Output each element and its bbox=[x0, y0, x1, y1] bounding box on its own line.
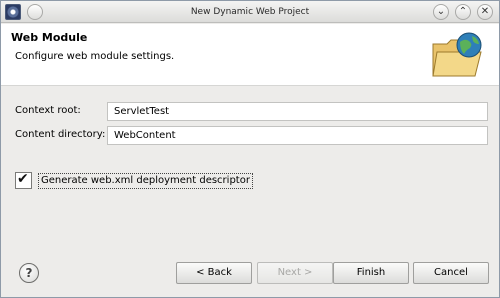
content-directory-input[interactable] bbox=[107, 126, 488, 145]
back-button[interactable]: < Back bbox=[176, 262, 252, 284]
cancel-button[interactable]: Cancel bbox=[413, 262, 489, 284]
context-root-input[interactable] bbox=[107, 102, 488, 121]
context-root-label: Context root: bbox=[15, 105, 81, 116]
window-title: New Dynamic Web Project bbox=[190, 7, 310, 17]
generate-descriptor-label[interactable]: Generate web.xml deployment descriptor bbox=[38, 173, 253, 189]
minimize-button[interactable]: ⌄ bbox=[433, 4, 449, 20]
generate-descriptor-checkbox[interactable] bbox=[15, 171, 32, 189]
help-icon[interactable]: ? bbox=[19, 263, 39, 283]
dialog-window: New Dynamic Web Project ⌄ ⌃ ✕ Web Module… bbox=[0, 0, 500, 298]
content-directory-label: Content directory: bbox=[15, 129, 106, 140]
web-folder-icon bbox=[432, 32, 482, 77]
title-bar: New Dynamic Web Project ⌄ ⌃ ✕ bbox=[1, 1, 499, 23]
wizard-header: Web Module Configure web module settings… bbox=[1, 24, 499, 86]
next-button[interactable]: Next > bbox=[257, 262, 333, 284]
maximize-button[interactable]: ⌃ bbox=[455, 4, 471, 20]
page-title: Web Module bbox=[11, 31, 88, 44]
finish-button[interactable]: Finish bbox=[333, 262, 409, 284]
close-button[interactable]: ✕ bbox=[477, 4, 493, 20]
page-description: Configure web module settings. bbox=[15, 51, 175, 62]
